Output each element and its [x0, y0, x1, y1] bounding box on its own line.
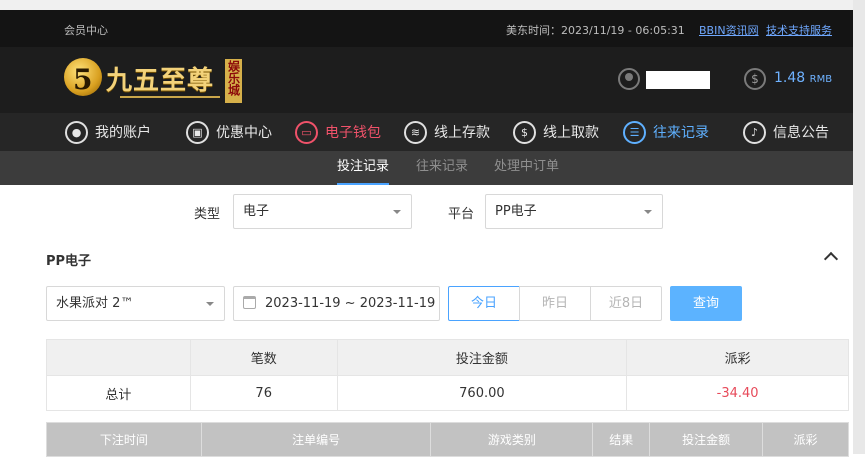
nav-label: 我的账户: [95, 125, 151, 141]
logo-tag: 娱乐城: [225, 59, 242, 103]
summary-header-count: 笔数: [189, 339, 338, 376]
game-select[interactable]: 水果派对 2™: [46, 286, 225, 321]
site-logo[interactable]: 5 九五至尊 娱乐城: [64, 54, 244, 106]
window-top-strip: [0, 0, 853, 10]
user-icon[interactable]: [618, 68, 640, 90]
nav-label: 优惠中心: [216, 125, 272, 141]
range-8days-button[interactable]: 近8日: [590, 286, 662, 321]
detail-header-payout: 派彩: [762, 422, 849, 457]
nav-my-account[interactable]: ● 我的账户: [65, 113, 151, 151]
balance-amount: 1.48 RMB: [774, 70, 832, 86]
platform-select-value: PP电子: [495, 204, 537, 219]
type-select[interactable]: 电子: [233, 194, 412, 229]
main-nav: ● 我的账户 ▣ 优惠中心 ▭ 电子钱包 ≋ 线上存款 $ 线上取款 ☰ 往来记…: [0, 113, 853, 151]
bell-icon: ♪: [743, 120, 766, 144]
nav-e-wallet[interactable]: ▭ 电子钱包: [295, 113, 381, 151]
logo-ornament: [120, 96, 220, 98]
detail-header-bet-amount: 投注金额: [649, 422, 764, 457]
tab-pending-orders[interactable]: 处理中订单: [494, 151, 559, 185]
logo-name: 九五至尊: [106, 66, 215, 96]
type-select-value: 电子: [243, 204, 270, 219]
chevron-down-icon: [644, 210, 652, 214]
nav-label: 电子钱包: [325, 125, 381, 141]
calendar-icon: [243, 296, 256, 309]
bbin-news-link[interactable]: BBIN资讯网: [699, 22, 759, 38]
summary-header-bet-amount: 投注金额: [336, 339, 628, 376]
nav-label: 线上存款: [434, 125, 490, 141]
range-yesterday-button[interactable]: 昨日: [519, 286, 591, 321]
platform-label: 平台: [448, 207, 475, 222]
summary-total-row: 总计 76 760.00 -34.40: [46, 375, 849, 411]
nav-online-deposit[interactable]: ≋ 线上存款: [404, 113, 490, 151]
chevron-down-icon: [393, 210, 401, 214]
detail-header-bet-time: 下注时间: [46, 422, 202, 457]
date-range-value: 2023-11-19 ~ 2023-11-19: [265, 296, 436, 311]
summary-header-payout: 派彩: [626, 339, 849, 376]
balance-value: 1.48: [774, 70, 806, 86]
detail-header-order-no: 注单编号: [200, 422, 432, 457]
tab-transfer-records[interactable]: 往来记录: [416, 151, 468, 185]
withdraw-icon: $: [513, 120, 536, 144]
nav-label: 线上取款: [543, 125, 599, 141]
logo-emblem-icon: 5: [64, 58, 102, 96]
balance-currency: RMB: [809, 74, 833, 85]
user-icon: ●: [65, 120, 88, 144]
top-bar: 会员中心 美东时间：2023/11/19 - 06:05:31 BBIN资讯网 …: [0, 10, 853, 47]
username-redacted: [646, 71, 710, 89]
records-icon: ☰: [623, 120, 646, 144]
collapse-chevron-icon[interactable]: [823, 251, 839, 267]
range-today-button[interactable]: 今日: [448, 286, 520, 321]
platform-select[interactable]: PP电子: [485, 194, 663, 229]
game-select-value: 水果派对 2™: [56, 296, 134, 311]
summary-payout: -34.40: [626, 375, 849, 411]
nav-records[interactable]: ☰ 往来记录: [623, 113, 709, 151]
record-subtabs: 投注记录 往来记录 处理中订单: [0, 151, 853, 185]
type-label: 类型: [194, 207, 221, 222]
nav-label: 信息公告: [773, 125, 829, 141]
detail-header-result: 结果: [592, 422, 651, 457]
tab-bet-records[interactable]: 投注记录: [337, 151, 390, 185]
query-button[interactable]: 查询: [670, 286, 742, 321]
tech-support-link[interactable]: 技术支持服务: [766, 22, 832, 38]
nav-promotions[interactable]: ▣ 优惠中心: [186, 113, 272, 151]
summary-header-empty: [46, 339, 191, 376]
chevron-down-icon: [206, 302, 214, 306]
summary-bet-amount: 760.00: [336, 375, 628, 411]
dollar-icon: $: [744, 68, 766, 90]
nav-announcements[interactable]: ♪ 信息公告: [743, 113, 829, 151]
detail-header-game-type: 游戏类别: [430, 422, 594, 457]
date-range-picker[interactable]: 2023-11-19 ~ 2023-11-19: [233, 286, 440, 321]
nav-online-withdraw[interactable]: $ 线上取款: [513, 113, 599, 151]
summary-total-label: 总计: [46, 375, 191, 411]
summary-header-row: 笔数 投注金额 派彩: [46, 339, 849, 376]
member-center-link[interactable]: 会员中心: [64, 22, 108, 38]
section-title: PP电子: [46, 254, 92, 269]
wallet-icon: ▭: [295, 120, 318, 144]
summary-count: 76: [189, 375, 338, 411]
nav-label: 往来记录: [653, 125, 709, 141]
bet-detail-table: 下注时间 注单编号 游戏类别 结果 投注金额 派彩: [46, 422, 849, 457]
summary-table: 笔数 投注金额 派彩 总计 76 760.00 -34.40: [46, 339, 849, 411]
gift-icon: ▣: [186, 120, 209, 144]
site-header: 5 九五至尊 娱乐城 $ 1.48 RMB: [0, 47, 853, 113]
detail-header-row: 下注时间 注单编号 游戏类别 结果 投注金额 派彩: [46, 422, 849, 457]
deposit-icon: ≋: [404, 120, 427, 144]
us-east-time: 美东时间：2023/11/19 - 06:05:31: [506, 24, 685, 37]
vertical-scrollbar[interactable]: [853, 0, 865, 454]
